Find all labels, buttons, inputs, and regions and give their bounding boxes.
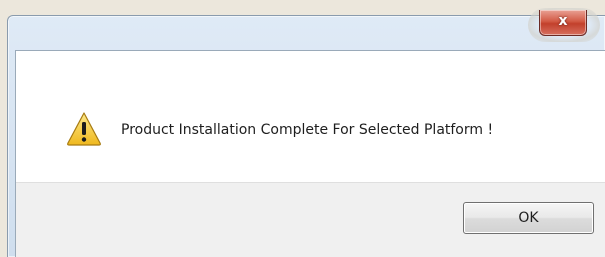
message-dialog: x Product Installation Complete For Sele…: [7, 8, 605, 257]
message-area: Product Installation Complete For Select…: [16, 51, 605, 182]
ok-button[interactable]: OK: [463, 202, 594, 234]
close-icon: x: [558, 13, 568, 29]
message-text: Product Installation Complete For Select…: [121, 122, 494, 138]
dialog-client-area: Product Installation Complete For Select…: [15, 50, 605, 257]
close-button[interactable]: x: [539, 10, 587, 36]
dialog-button-bar: OK: [16, 182, 605, 257]
desktop-background: x Product Installation Complete For Sele…: [0, 0, 605, 257]
warning-icon: [67, 112, 101, 146]
dialog-titlebar[interactable]: [8, 16, 605, 50]
